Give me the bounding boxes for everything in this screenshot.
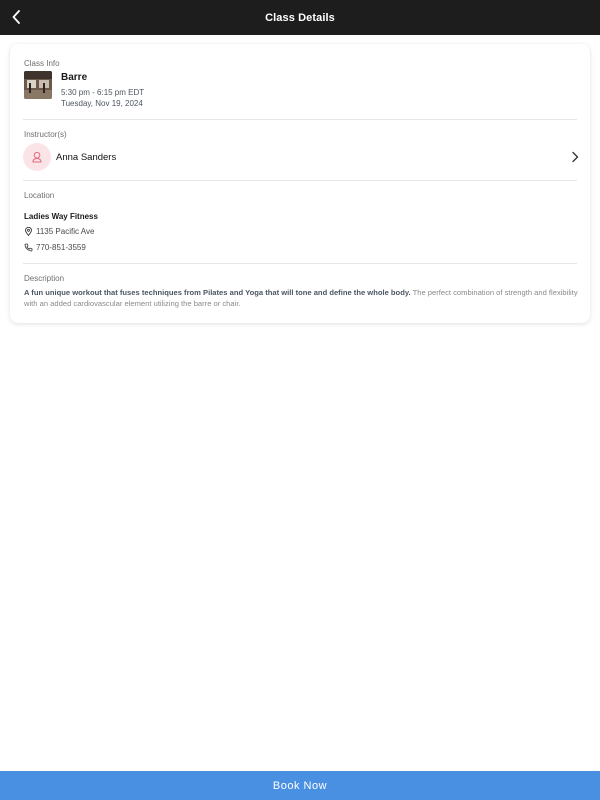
class-info-label: Class Info (24, 59, 60, 68)
phone-text: 770-851-3559 (36, 243, 86, 252)
back-button[interactable] (4, 4, 30, 30)
chevron-left-icon (12, 10, 20, 24)
description-highlight: A fun unique workout that fuses techniqu… (24, 288, 411, 297)
user-icon (32, 151, 42, 163)
description-label: Description (24, 274, 65, 283)
location-name: Ladies Way Fitness (24, 212, 98, 221)
address-line[interactable]: 1135 Pacific Ave (24, 227, 94, 236)
class-time: 5:30 pm - 6:15 pm EDT (61, 88, 145, 97)
phone-line[interactable]: 770-851-3559 (24, 243, 86, 252)
description-text: A fun unique workout that fuses techniqu… (24, 287, 580, 309)
header-bar: Class Details (0, 0, 600, 35)
instructor-name: Anna Sanders (56, 151, 117, 163)
class-details-card: Class Info Barre 5:30 pm - 6:15 pm EDT T… (10, 44, 590, 323)
address-text: 1135 Pacific Ave (36, 227, 95, 236)
avatar (23, 143, 51, 171)
map-pin-icon (24, 227, 33, 236)
book-now-button[interactable]: Book Now (0, 771, 600, 800)
divider (23, 119, 577, 120)
phone-icon (24, 243, 33, 252)
divider (23, 180, 577, 181)
class-date: Tuesday, Nov 19, 2024 (61, 99, 143, 108)
instructor-label: Instructor(s) (24, 130, 67, 139)
page-title: Class Details (265, 11, 335, 24)
instructor-row[interactable]: Anna Sanders (23, 142, 579, 172)
chevron-right-icon (572, 151, 579, 163)
location-label: Location (24, 191, 55, 200)
class-thumbnail (24, 71, 52, 99)
divider (23, 263, 577, 264)
class-name: Barre (61, 72, 88, 83)
